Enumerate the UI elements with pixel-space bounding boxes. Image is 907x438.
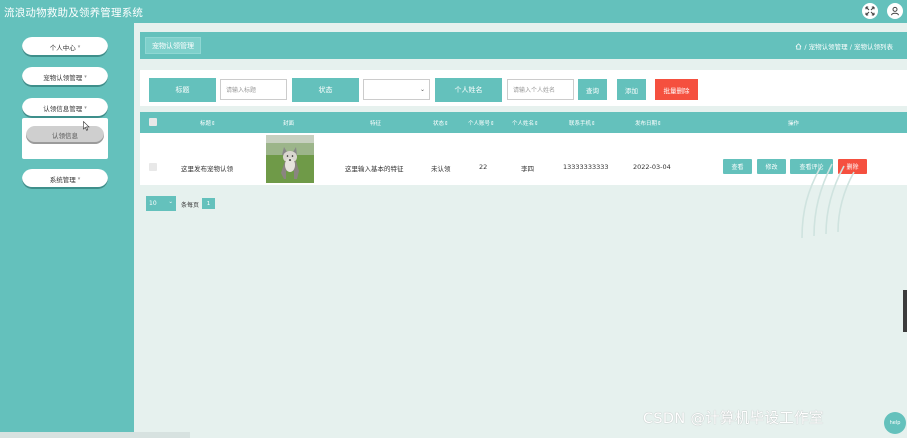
- help-bubble[interactable]: help: [884, 412, 906, 434]
- status-select[interactable]: ⌄: [363, 79, 430, 100]
- dog-photo-icon: [266, 135, 314, 183]
- header-date[interactable]: 发布日期⇕: [635, 119, 662, 127]
- add-button[interactable]: 添加: [617, 79, 646, 100]
- edit-button[interactable]: 修改: [757, 159, 786, 174]
- cell-account: 22: [479, 163, 488, 171]
- sidebar-item-label: 个人中心: [49, 44, 76, 52]
- breadcrumb-bar: 宠物认领管理 / 宠物认领管理 / 宠物认领列表: [140, 32, 907, 59]
- chevron-down-icon: ⌄: [168, 199, 173, 205]
- table-header: 标题⇕ 封面 特征 状态⇕ 个人账号⇕ 个人姓名⇕ 联系手机⇕ 发布日期⇕ 操作: [140, 112, 907, 133]
- cell-title: 这里发布宠物认领: [181, 165, 233, 173]
- sidebar-item-label: 系统管理: [49, 176, 76, 184]
- cell-status: 未认领: [431, 165, 451, 173]
- scrollbar-handle[interactable]: [903, 290, 907, 332]
- title-search-input[interactable]: 请输入标题: [220, 79, 287, 100]
- header-feature: 特征: [370, 121, 382, 127]
- cell-feature: 这里输入基本的特征: [345, 165, 404, 173]
- submenu-adoption-info: 认领信息: [22, 118, 108, 159]
- header-phone[interactable]: 联系手机⇕: [569, 119, 596, 127]
- header-cover: 封面: [283, 121, 295, 127]
- row-checkbox[interactable]: [149, 163, 157, 171]
- cell-name: 李四: [521, 165, 534, 173]
- expand-button[interactable]: [862, 3, 878, 19]
- browser-status-bar: [0, 432, 190, 438]
- user-icon: [891, 6, 899, 16]
- title-label: 标题: [149, 78, 216, 102]
- help-label: help: [889, 420, 901, 426]
- select-all-checkbox[interactable]: [149, 118, 157, 126]
- app-title: 流浪动物救助及领养管理系统: [4, 7, 144, 19]
- per-page-label: 条每页: [181, 202, 200, 209]
- chevron-down-icon: ▾: [84, 105, 87, 111]
- chevron-down-icon: ▾: [77, 176, 81, 182]
- batch-delete-button[interactable]: 批量删除: [655, 79, 698, 100]
- query-button[interactable]: 查询: [578, 79, 607, 100]
- decorative-lines-icon: [801, 163, 855, 239]
- search-panel: 标题 请输入标题 状态 ⌄ 个人姓名 请输入个人姓名 查询 添加 批量删除: [140, 70, 907, 106]
- page-size-select[interactable]: 10 ⌄: [146, 196, 176, 211]
- home-icon[interactable]: [795, 42, 802, 50]
- page-number-button[interactable]: 1: [202, 198, 215, 209]
- chevron-down-icon: ▾: [77, 44, 81, 50]
- page-size-value: 10: [149, 200, 157, 207]
- sidebar-item-adoption-info-management[interactable]: 认领信息管理 ▾: [22, 98, 108, 118]
- sidebar-item-label: 宠物认领管理: [43, 74, 83, 82]
- header-account[interactable]: 个人账号⇕: [468, 119, 495, 127]
- name-search-input[interactable]: 请输入个人姓名: [507, 79, 574, 100]
- breadcrumb-path[interactable]: / 宠物认领管理 / 宠物认领列表: [804, 41, 893, 51]
- chevron-down-icon: ⌄: [419, 86, 425, 93]
- header-status[interactable]: 状态⇕: [433, 119, 449, 127]
- sidebar-item-system-management[interactable]: 系统管理 ▾: [22, 169, 108, 189]
- page-tag[interactable]: 宠物认领管理: [145, 37, 201, 54]
- header-name[interactable]: 个人姓名⇕: [512, 119, 539, 127]
- cell-date: 2022-03-04: [633, 163, 671, 171]
- csdn-watermark: CSDN @计算机毕设工作室: [643, 411, 824, 427]
- view-button[interactable]: 查看: [723, 159, 752, 174]
- header-title[interactable]: 标题⇕: [200, 119, 216, 127]
- chevron-down-icon: ▾: [84, 74, 87, 80]
- expand-icon: [865, 6, 875, 16]
- sidebar-item-personal-center[interactable]: 个人中心 ▾: [22, 37, 108, 57]
- pet-cover-image: [266, 135, 314, 183]
- user-button[interactable]: [887, 3, 903, 19]
- status-label: 状态: [292, 78, 359, 102]
- breadcrumb: / 宠物认领管理 / 宠物认领列表: [795, 41, 893, 51]
- submenu-item-adoption-info[interactable]: 认领信息: [26, 126, 104, 144]
- header-actions: 操作: [788, 121, 800, 127]
- mouse-cursor-icon: [83, 121, 90, 131]
- sidebar-item-label: 认领信息管理: [43, 105, 83, 113]
- top-bar: 流浪动物救助及领养管理系统: [0, 0, 907, 23]
- name-label: 个人姓名: [435, 78, 502, 102]
- cell-phone: 13333333333: [563, 163, 609, 171]
- sidebar-item-pet-adoption-management[interactable]: 宠物认领管理 ▾: [22, 67, 108, 87]
